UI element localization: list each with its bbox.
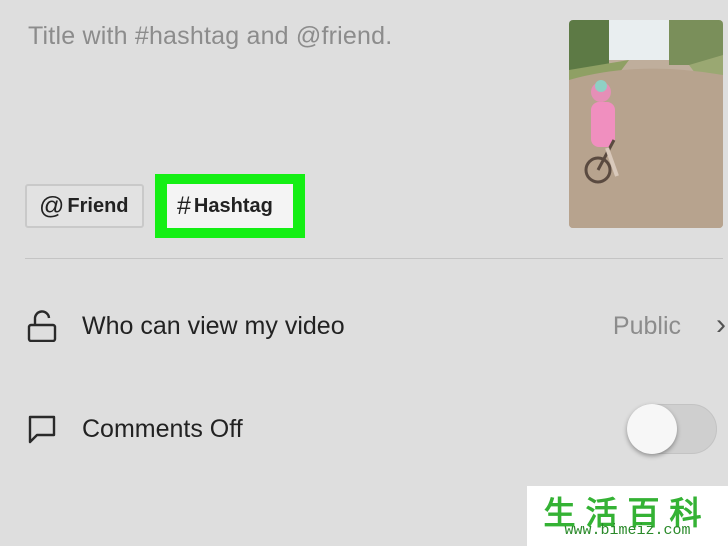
divider	[25, 258, 723, 259]
video-thumbnail-image	[569, 20, 723, 228]
hashtag-chip[interactable]: # Hashtag	[167, 184, 293, 228]
comments-toggle[interactable]	[627, 404, 717, 454]
watermark: 生活百科 www.bimeiz.com	[527, 486, 728, 546]
watermark-url: www.bimeiz.com	[564, 522, 691, 539]
chevron-right-icon: ›	[716, 308, 726, 341]
friend-chip-label: Friend	[67, 194, 129, 217]
comments-setting-row: Comments Off	[0, 399, 728, 459]
friend-chip[interactable]: @ Friend	[25, 184, 144, 228]
at-icon: @	[39, 191, 65, 220]
hash-icon: #	[177, 191, 191, 220]
hashtag-highlight: # Hashtag	[155, 174, 305, 238]
toggle-knob	[627, 404, 677, 454]
unlock-icon	[27, 310, 57, 342]
caption-input[interactable]: Title with #hashtag and @friend.	[28, 22, 392, 51]
privacy-setting-label: Who can view my video	[82, 311, 345, 340]
privacy-setting-row[interactable]: Who can view my video Public ›	[0, 296, 728, 356]
hashtag-chip-label: Hashtag	[193, 194, 273, 217]
comments-setting-label: Comments Off	[82, 414, 243, 443]
video-thumbnail[interactable]	[569, 20, 723, 228]
comment-icon	[28, 415, 56, 444]
privacy-setting-value: Public	[612, 311, 681, 340]
